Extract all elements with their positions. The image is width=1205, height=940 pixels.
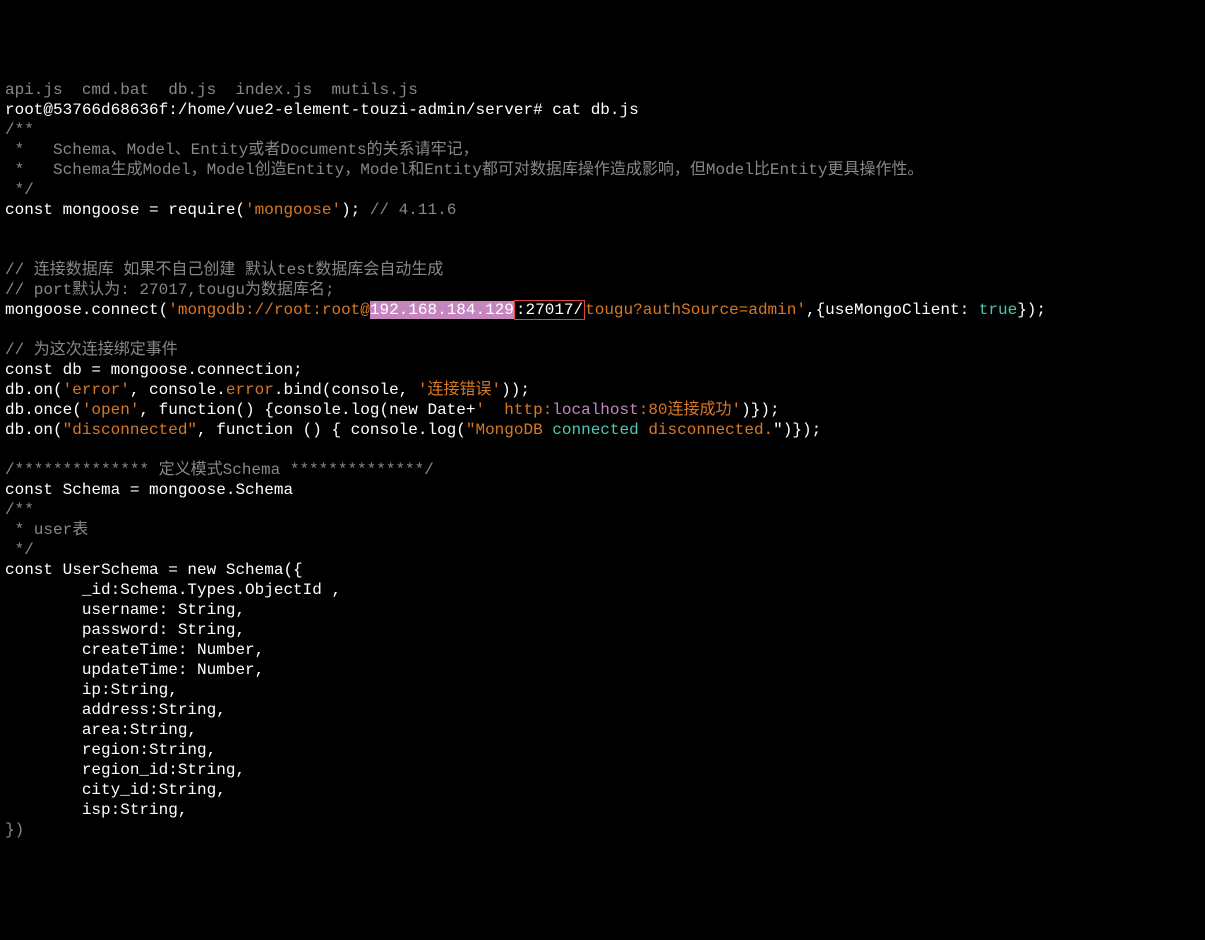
comment: * Schema生成Model，Model创造Entity，Model和Enti… [5,161,923,179]
code: updateTime: Number, [5,661,264,679]
code: const UserSchema = new Schema({ [5,561,303,579]
string: :80连接成功' [639,401,741,419]
terminal-output[interactable]: api.js cmd.bat db.js index.js mutils.js … [0,80,1205,840]
string: '连接错误' [418,381,501,399]
string: "MongoDB [466,421,552,439]
comment: * Schema、Model、Entity或者Documents的关系请牢记， [5,141,479,159]
string [639,421,649,439]
code: const Schema = mongoose.Schema [5,481,293,499]
code: )}); [741,401,779,419]
code: ")}); [773,421,821,439]
string: tougu?authSource=admin' [585,301,806,319]
comment: // 为这次连接绑定事件 [5,341,178,359]
string: ' http: [475,401,552,419]
code: password: String, [5,621,245,639]
code: db.on( [5,421,63,439]
string: 'error' [63,381,130,399]
code: city_id:String, [5,781,226,799]
code: address:String, [5,701,226,719]
code: _id:Schema.Types.ObjectId , [5,581,341,599]
keyword: true [979,301,1017,319]
code: const mongoose = require( [5,201,245,219]
command: cat db.js [552,101,638,119]
comment: */ [5,541,34,559]
code: , function () { console.log( [197,421,466,439]
error-word: error [226,381,274,399]
ip-highlight: 192.168.184.129 [370,301,514,319]
comment: * user表 [5,521,88,539]
code: region:String, [5,741,216,759]
code: isp:String, [5,801,187,819]
code: ); [341,201,370,219]
string: 'open' [82,401,140,419]
comment: /** [5,121,34,139]
code: db.once( [5,401,82,419]
comment: // 连接数据库 如果不自己创建 默认test数据库会自动生成 [5,261,443,279]
code: db.on( [5,381,63,399]
code: ,{useMongoClient: [806,301,979,319]
code: area:String, [5,721,197,739]
code: createTime: Number, [5,641,264,659]
code: )); [501,381,530,399]
code: username: String, [5,601,245,619]
comment: /************** 定义模式Schema *************… [5,461,434,479]
code: const db = mongoose.connection; [5,361,303,379]
string: "disconnected" [63,421,197,439]
port-box: :27017/ [514,300,585,320]
code: ip:String, [5,681,178,699]
code: mongoose.connect( [5,301,168,319]
comment: /** [5,501,34,519]
string: 'mongoose' [245,201,341,219]
code: , console. [130,381,226,399]
code: region_id:String, [5,761,245,779]
comment: // 4.11.6 [370,201,456,219]
comment: // port默认为: 27017,tougu为数据库名; [5,281,335,299]
connected-word: connected [552,421,638,439]
code: }); [1017,301,1046,319]
localhost: localhost [552,401,638,419]
code: }) [5,821,24,839]
prev-line: api.js cmd.bat db.js index.js mutils.js [5,81,418,99]
code: , function() {console.log(new Date+ [139,401,475,419]
prompt: root@53766d68636f:/home/vue2-element-tou… [5,101,552,119]
string: 'mongodb://root:root@ [168,301,370,319]
code: .bind(console, [274,381,418,399]
string: disconnected. [648,421,773,439]
comment: */ [5,181,34,199]
